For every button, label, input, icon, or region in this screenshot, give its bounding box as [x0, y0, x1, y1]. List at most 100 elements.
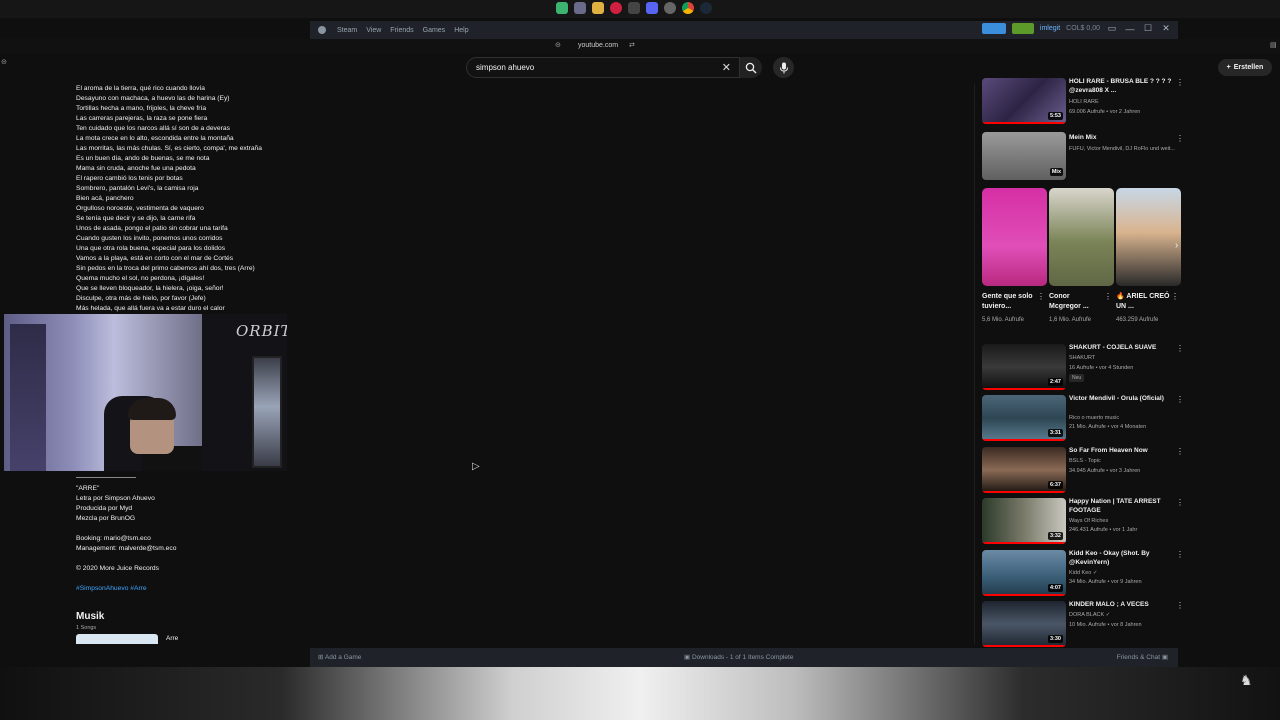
- video-thumbnail[interactable]: 5:53: [982, 78, 1066, 124]
- chrome-icon[interactable]: [682, 2, 694, 14]
- short-title[interactable]: 🔥 ARIEL CREÓ UN ...: [1116, 292, 1170, 312]
- sidebar-video[interactable]: 6:37 So Far From Heaven Now BSLS - Topic 34…: [982, 447, 1184, 493]
- search-box[interactable]: simpson ahuevo ✕: [466, 57, 740, 78]
- more-options-icon[interactable]: ⋮: [1176, 447, 1184, 456]
- steam-menu-help[interactable]: Help: [454, 27, 468, 34]
- steam-menu-games[interactable]: Games: [423, 27, 446, 34]
- video-channel[interactable]: Rico o muerto music: [1069, 414, 1179, 422]
- app-icon[interactable]: [574, 2, 586, 14]
- more-options-icon[interactable]: ⋮: [1171, 292, 1179, 301]
- short-title[interactable]: Gente que solo tuviero...: [982, 292, 1036, 312]
- more-options-icon[interactable]: ⋮: [1176, 601, 1184, 610]
- video-channel[interactable]: Ways Of Riches: [1069, 517, 1179, 525]
- video-title[interactable]: Happy Nation | TATE ARREST FOOTAGE: [1069, 498, 1173, 515]
- lyric-line: La mota crece en lo alto, escondida entr…: [76, 135, 234, 142]
- app-icon[interactable]: [664, 2, 676, 14]
- sidebar-mix[interactable]: Mix Mein Mix FUFU, Victor Mendivil, DJ R…: [982, 132, 1184, 180]
- video-thumbnail[interactable]: Mix: [982, 132, 1066, 180]
- video-title[interactable]: Victor Mendivil - Orula (Oficial): [1069, 395, 1173, 404]
- video-thumbnail[interactable]: 3:32: [982, 498, 1066, 544]
- hashtags-link[interactable]: #SimpsonAhuevo #Arre: [76, 584, 176, 594]
- folder-icon[interactable]: [592, 2, 604, 14]
- app-icon[interactable]: [610, 2, 622, 14]
- more-options-icon[interactable]: ⋮: [1176, 344, 1184, 353]
- video-channel[interactable]: HOLI RARE: [1069, 98, 1179, 106]
- video-channel[interactable]: BSLS - Topic: [1069, 457, 1179, 465]
- chevron-right-icon[interactable]: ›: [1175, 240, 1178, 251]
- clear-search-icon[interactable]: ✕: [722, 61, 731, 74]
- sidebar-video[interactable]: 3:31 Victor Mendivil - Orula (Oficial) Ric…: [982, 395, 1184, 441]
- video-channel[interactable]: SHAKURT: [1069, 354, 1179, 362]
- video-thumbnail[interactable]: 3:30: [982, 601, 1066, 647]
- video-title[interactable]: So Far From Heaven Now: [1069, 447, 1173, 456]
- app-icon[interactable]: [628, 2, 640, 14]
- os-taskbar: [0, 0, 1280, 18]
- steam-menu-steam[interactable]: Steam: [337, 27, 357, 34]
- video-thumbnail[interactable]: 2:47: [982, 344, 1066, 390]
- url-text[interactable]: youtube.com: [578, 42, 618, 49]
- maximize-icon[interactable]: ☐: [1142, 23, 1154, 34]
- broadcast-button[interactable]: [981, 23, 1006, 34]
- voice-search-button[interactable]: [773, 57, 794, 78]
- search-input[interactable]: simpson ahuevo: [476, 63, 534, 72]
- short-thumbnail[interactable]: [1116, 188, 1181, 286]
- minimize-icon[interactable]: —: [1124, 24, 1136, 34]
- close-icon[interactable]: ✕: [1160, 23, 1172, 34]
- song-title[interactable]: Arre: [166, 635, 178, 642]
- video-title[interactable]: HOLI RARE - BRUSA BLE ? ? ? ? @zevra808 …: [1069, 78, 1173, 95]
- sidebar-video[interactable]: 2:47 SHAKURT - COJELA SUAVE SHAKURT 16 Aufr…: [982, 344, 1184, 390]
- song-thumbnail[interactable]: [76, 634, 158, 644]
- steam-username[interactable]: imlegit: [1040, 25, 1060, 32]
- menu-icon[interactable]: ▤: [1270, 41, 1277, 49]
- video-channel[interactable]: DORA BLACK ✓: [1069, 611, 1179, 619]
- more-options-icon[interactable]: ⋮: [1176, 498, 1184, 507]
- tune-icon[interactable]: ⇄: [629, 41, 635, 49]
- lyric-line: El aroma de la tierra, qué rico cuando l…: [76, 85, 205, 92]
- video-title[interactable]: SHAKURT - COJELA SUAVE: [1069, 344, 1173, 353]
- steam-menu-view[interactable]: View: [366, 27, 381, 34]
- more-options-icon[interactable]: ⋮: [1104, 292, 1112, 301]
- credit-line: Booking: mario@tsm.eco: [76, 535, 151, 542]
- sidebar-video[interactable]: 3:30 KINDER MALO ; A VECES DORA BLACK ✓ 10 …: [982, 601, 1184, 647]
- sidebar-video[interactable]: 5:53 HOLI RARE - BRUSA BLE ? ? ? ? @zevr…: [982, 78, 1184, 124]
- sidebar-video[interactable]: 4:07 Kidd Keo - Okay (Shot. By @KevinYern…: [982, 550, 1184, 596]
- screen-icon[interactable]: ▭: [1106, 23, 1118, 34]
- video-channel[interactable]: FUFU, Victor Mendivil, DJ RoFlo und weit…: [1069, 145, 1179, 153]
- link-icon[interactable]: ⊝: [1, 58, 7, 66]
- steam-menu-friends[interactable]: Friends: [390, 27, 413, 34]
- create-button[interactable]: + Erstellen: [1218, 59, 1272, 76]
- more-options-icon[interactable]: ⋮: [1176, 395, 1184, 404]
- more-options-icon[interactable]: ⋮: [1176, 78, 1184, 87]
- video-title[interactable]: KINDER MALO ; A VECES: [1069, 601, 1173, 610]
- steam-menu-bar: Steam View Friends Games Help imlegit CO…: [310, 21, 1178, 39]
- add-game-button[interactable]: ⊞ Add a Game: [318, 653, 361, 661]
- video-duration: 4:07: [1047, 584, 1063, 592]
- video-title[interactable]: Mein Mix: [1069, 134, 1173, 143]
- notification-button[interactable]: [1011, 23, 1034, 34]
- video-thumbnail[interactable]: 6:37: [982, 447, 1066, 493]
- credit-line: [76, 574, 176, 584]
- new-badge: Neu: [1069, 374, 1085, 382]
- more-options-icon[interactable]: ⋮: [1176, 134, 1184, 143]
- steam-icon[interactable]: [700, 2, 712, 14]
- app-icon[interactable]: [556, 2, 568, 14]
- video-title[interactable]: Kidd Keo - Okay (Shot. By @KevinYern): [1069, 550, 1173, 567]
- downloads-status[interactable]: ▣ Downloads - 1 of 1 Items Complete: [684, 653, 793, 661]
- lyric-line: Es un buen día, ando de buenas, se me no…: [76, 155, 210, 162]
- short-thumbnail[interactable]: [982, 188, 1047, 286]
- sidebar-video[interactable]: 3:32 Happy Nation | TATE ARREST FOOTAGE Wa…: [982, 498, 1184, 544]
- discord-icon[interactable]: [646, 2, 658, 14]
- video-thumbnail[interactable]: 4:07: [982, 550, 1066, 596]
- friends-chat-button[interactable]: Friends & Chat ▣: [1117, 653, 1168, 661]
- more-options-icon[interactable]: ⋮: [1176, 550, 1184, 559]
- credit-line: [76, 554, 176, 564]
- more-options-icon[interactable]: ⋮: [1037, 292, 1045, 301]
- lyric-line: Las carreras parejeras, la raza se pone …: [76, 115, 208, 122]
- link-icon[interactable]: ⊝: [555, 41, 561, 49]
- video-channel[interactable]: Kidd Keo ✓: [1069, 569, 1179, 577]
- search-button[interactable]: [740, 57, 762, 78]
- video-thumbnail[interactable]: 3:31: [982, 395, 1066, 441]
- short-thumbnail[interactable]: [1049, 188, 1114, 286]
- create-label: Erstellen: [1233, 64, 1264, 71]
- short-title[interactable]: Conor Mcgregor ...: [1049, 292, 1103, 312]
